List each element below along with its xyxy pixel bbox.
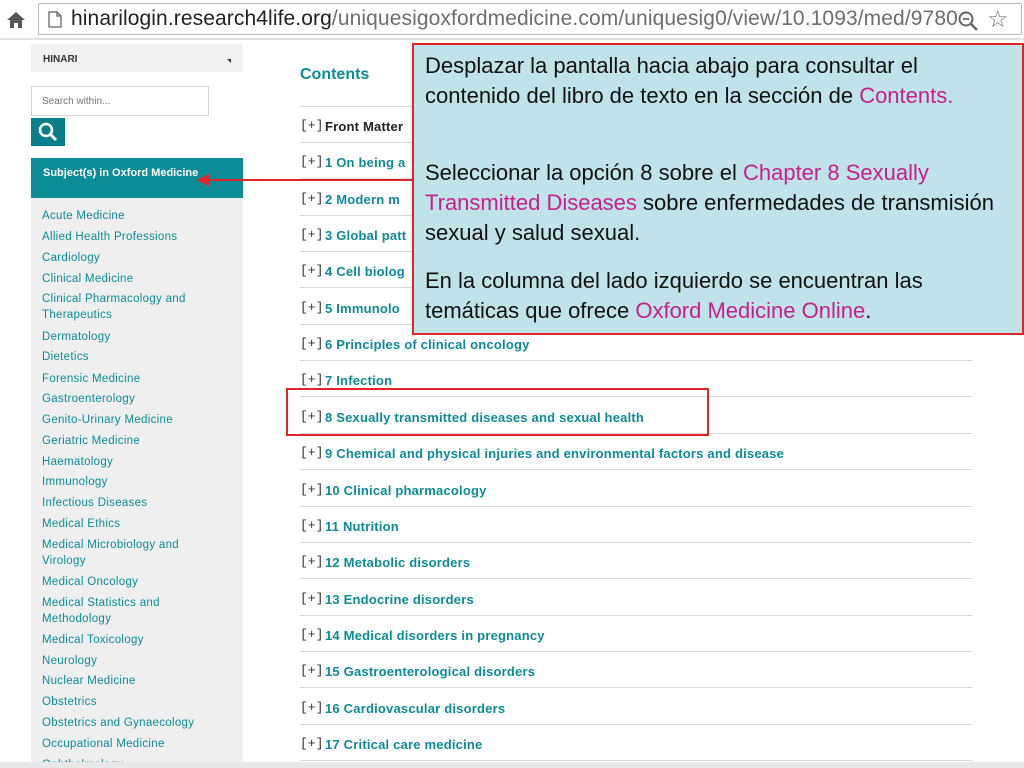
- toc-row[interactable]: [+] 16 Cardiovascular disorders: [300, 689, 973, 725]
- toc-row-label[interactable]: 4 Cell biolog: [325, 264, 405, 279]
- toc-row-label[interactable]: 16 Cardiovascular disorders: [325, 701, 505, 716]
- sidebar-item[interactable]: Cardiology: [42, 250, 238, 266]
- url-host: hinarilogin.research4life.org: [71, 7, 332, 30]
- toc-row[interactable]: [+] 15 Gastroenterological disorders: [300, 652, 973, 688]
- sidebar-item[interactable]: Genito-Urinary Medicine: [42, 412, 238, 428]
- toc-row[interactable]: [+] 12 Metabolic disorders: [300, 543, 973, 579]
- expand-toggle-icon[interactable]: [+]: [300, 191, 323, 206]
- search-icon: [38, 122, 58, 142]
- search-input[interactable]: [31, 86, 209, 116]
- sidebar-item[interactable]: Medical Oncology: [42, 574, 238, 590]
- sidebar-item[interactable]: Dietetics: [42, 349, 238, 365]
- contents-heading: Contents: [300, 66, 370, 83]
- subject-list: Subject(s) in Oxford Medicine Acute Medi…: [31, 158, 243, 768]
- sidebar-item[interactable]: Obstetrics and Gynaecology: [42, 715, 238, 731]
- toc-row-label[interactable]: 12 Metabolic disorders: [325, 555, 470, 570]
- callout-paragraph-1: Desplazar la pantalla hacia abajo para c…: [425, 51, 1017, 111]
- toc-row[interactable]: [+] 17 Critical care medicine: [300, 725, 973, 761]
- sidebar-item[interactable]: Clinical Pharmacology and Therapeutics: [42, 291, 222, 323]
- toc-row-label[interactable]: 10 Clinical pharmacology: [325, 483, 487, 498]
- expand-toggle-icon[interactable]: [+]: [300, 554, 323, 569]
- toc-row-label[interactable]: 11 Nutrition: [325, 519, 399, 534]
- sidebar-item[interactable]: Neurology: [42, 653, 238, 669]
- toc-row-label[interactable]: 3 Global patt: [325, 228, 406, 243]
- sidebar-item[interactable]: Obstetrics: [42, 694, 238, 710]
- browser-toolbar: hinarilogin.research4life.org/uniquesigo…: [0, 0, 1024, 38]
- expand-toggle-icon[interactable]: [+]: [300, 154, 323, 169]
- expand-toggle-icon[interactable]: [+]: [300, 736, 323, 751]
- sidebar-item[interactable]: Gastroenterology: [42, 391, 238, 407]
- expand-toggle-icon[interactable]: [+]: [300, 372, 323, 387]
- expand-toggle-icon[interactable]: [+]: [300, 627, 323, 642]
- expand-toggle-icon[interactable]: [+]: [300, 591, 323, 606]
- expand-toggle-icon[interactable]: [+]: [300, 227, 323, 242]
- home-icon[interactable]: [4, 8, 28, 32]
- search-button[interactable]: [31, 118, 65, 146]
- expand-toggle-icon[interactable]: [+]: [300, 118, 323, 133]
- expand-toggle-icon[interactable]: [+]: [300, 700, 323, 715]
- sidebar-active-label: Subject(s) in Oxford Medicine: [43, 167, 199, 179]
- toc-row-label[interactable]: Front Matter: [325, 119, 403, 134]
- toc-row-label[interactable]: 14 Medical disorders in pregnancy: [325, 628, 545, 643]
- sidebar-item[interactable]: Dermatology: [42, 329, 238, 345]
- sidebar-item[interactable]: Haematology: [42, 454, 238, 470]
- sidebar-item[interactable]: Allied Health Professions: [42, 229, 238, 245]
- url-text[interactable]: hinarilogin.research4life.org/uniquesigo…: [71, 7, 958, 31]
- expand-toggle-icon[interactable]: [+]: [300, 663, 323, 678]
- expand-toggle-icon[interactable]: [+]: [300, 336, 323, 351]
- sidebar-item[interactable]: Medical Ethics: [42, 516, 238, 532]
- instruction-callout: Desplazar la pantalla hacia abajo para c…: [412, 43, 1024, 335]
- zoom-icon[interactable]: [957, 10, 979, 32]
- toc-row-label[interactable]: 17 Critical care medicine: [325, 737, 482, 752]
- sidebar-header-title: HINARI: [43, 54, 78, 65]
- sidebar-item[interactable]: Occupational Medicine: [42, 736, 238, 752]
- toc-row[interactable]: [+] 11 Nutrition: [300, 507, 973, 543]
- toc-row[interactable]: [+] 10 Clinical pharmacology: [300, 471, 973, 507]
- callout-p3-highlight: Oxford Medicine Online: [635, 298, 866, 323]
- sidebar-item[interactable]: Immunology: [42, 474, 238, 490]
- callout-p3-text-b: .: [865, 298, 872, 323]
- toc-row-label[interactable]: 9 Chemical and physical injuries and env…: [325, 446, 784, 461]
- sidebar-item[interactable]: Nuclear Medicine: [42, 673, 238, 689]
- expand-toggle-icon[interactable]: [+]: [300, 518, 323, 533]
- sidebar-item[interactable]: Medical Toxicology: [42, 632, 238, 648]
- sidebar-item[interactable]: Forensic Medicine: [42, 371, 238, 387]
- toc-row-label[interactable]: 15 Gastroenterological disorders: [325, 664, 535, 679]
- url-path: /uniquesigoxfordmedicine.com/uniquesig0/…: [331, 7, 958, 30]
- toc-row-label[interactable]: 13 Endocrine disorders: [325, 592, 474, 607]
- sidebar-item[interactable]: Medical Microbiology and Virology: [42, 537, 222, 569]
- sidebar-header-arrow-icon: [227, 59, 231, 63]
- sidebar-item-subjects[interactable]: Subject(s) in Oxford Medicine: [31, 158, 243, 198]
- sidebar-item[interactable]: Medical Statistics and Methodology: [42, 595, 222, 627]
- callout-paragraph-3: En la columna del lado izquierdo se encu…: [425, 266, 1017, 326]
- toc-row[interactable]: [+] 14 Medical disorders in pregnancy: [300, 616, 973, 652]
- toolbar-divider: [0, 38, 1024, 40]
- sidebar-item[interactable]: Clinical Medicine: [42, 271, 238, 287]
- star-icon[interactable]: ☆: [987, 8, 1009, 32]
- toc-row-label[interactable]: 1 On being a: [325, 155, 405, 170]
- expand-toggle-icon[interactable]: [+]: [300, 445, 323, 460]
- horizontal-scrollbar[interactable]: [0, 762, 1024, 768]
- callout-p1-text: Desplazar la pantalla hacia abajo para c…: [425, 53, 918, 108]
- toc-row[interactable]: [+] 13 Endocrine disorders: [300, 580, 973, 616]
- toc-row-label[interactable]: 7 Infection: [325, 373, 392, 388]
- callout-p1-highlight: Contents.: [859, 83, 954, 108]
- sidebar-item[interactable]: Infectious Diseases: [42, 495, 238, 511]
- expand-toggle-icon[interactable]: [+]: [300, 300, 323, 315]
- address-bar[interactable]: hinarilogin.research4life.org/uniquesigo…: [38, 3, 1022, 35]
- sidebar-item[interactable]: Acute Medicine: [42, 208, 238, 224]
- toc-row[interactable]: [+] 9 Chemical and physical injuries and …: [300, 434, 973, 470]
- callout-p2-text-a: Seleccionar la opción 8 sobre el: [425, 160, 743, 185]
- sidebar-header[interactable]: HINARI: [31, 44, 243, 72]
- toc-row-label[interactable]: 6 Principles of clinical oncology: [325, 337, 530, 352]
- expand-toggle-icon[interactable]: [+]: [300, 263, 323, 278]
- page-icon: [48, 11, 62, 28]
- toc-row-label[interactable]: 5 Immunolo: [325, 301, 400, 316]
- toc-row-label[interactable]: 2 Modern m: [325, 192, 400, 207]
- expand-toggle-icon[interactable]: [+]: [300, 482, 323, 497]
- chapter-8-highlight: [286, 388, 709, 436]
- callout-paragraph-2: Seleccionar la opción 8 sobre el Chapter…: [425, 158, 1017, 248]
- sidebar-item[interactable]: Geriatric Medicine: [42, 433, 238, 449]
